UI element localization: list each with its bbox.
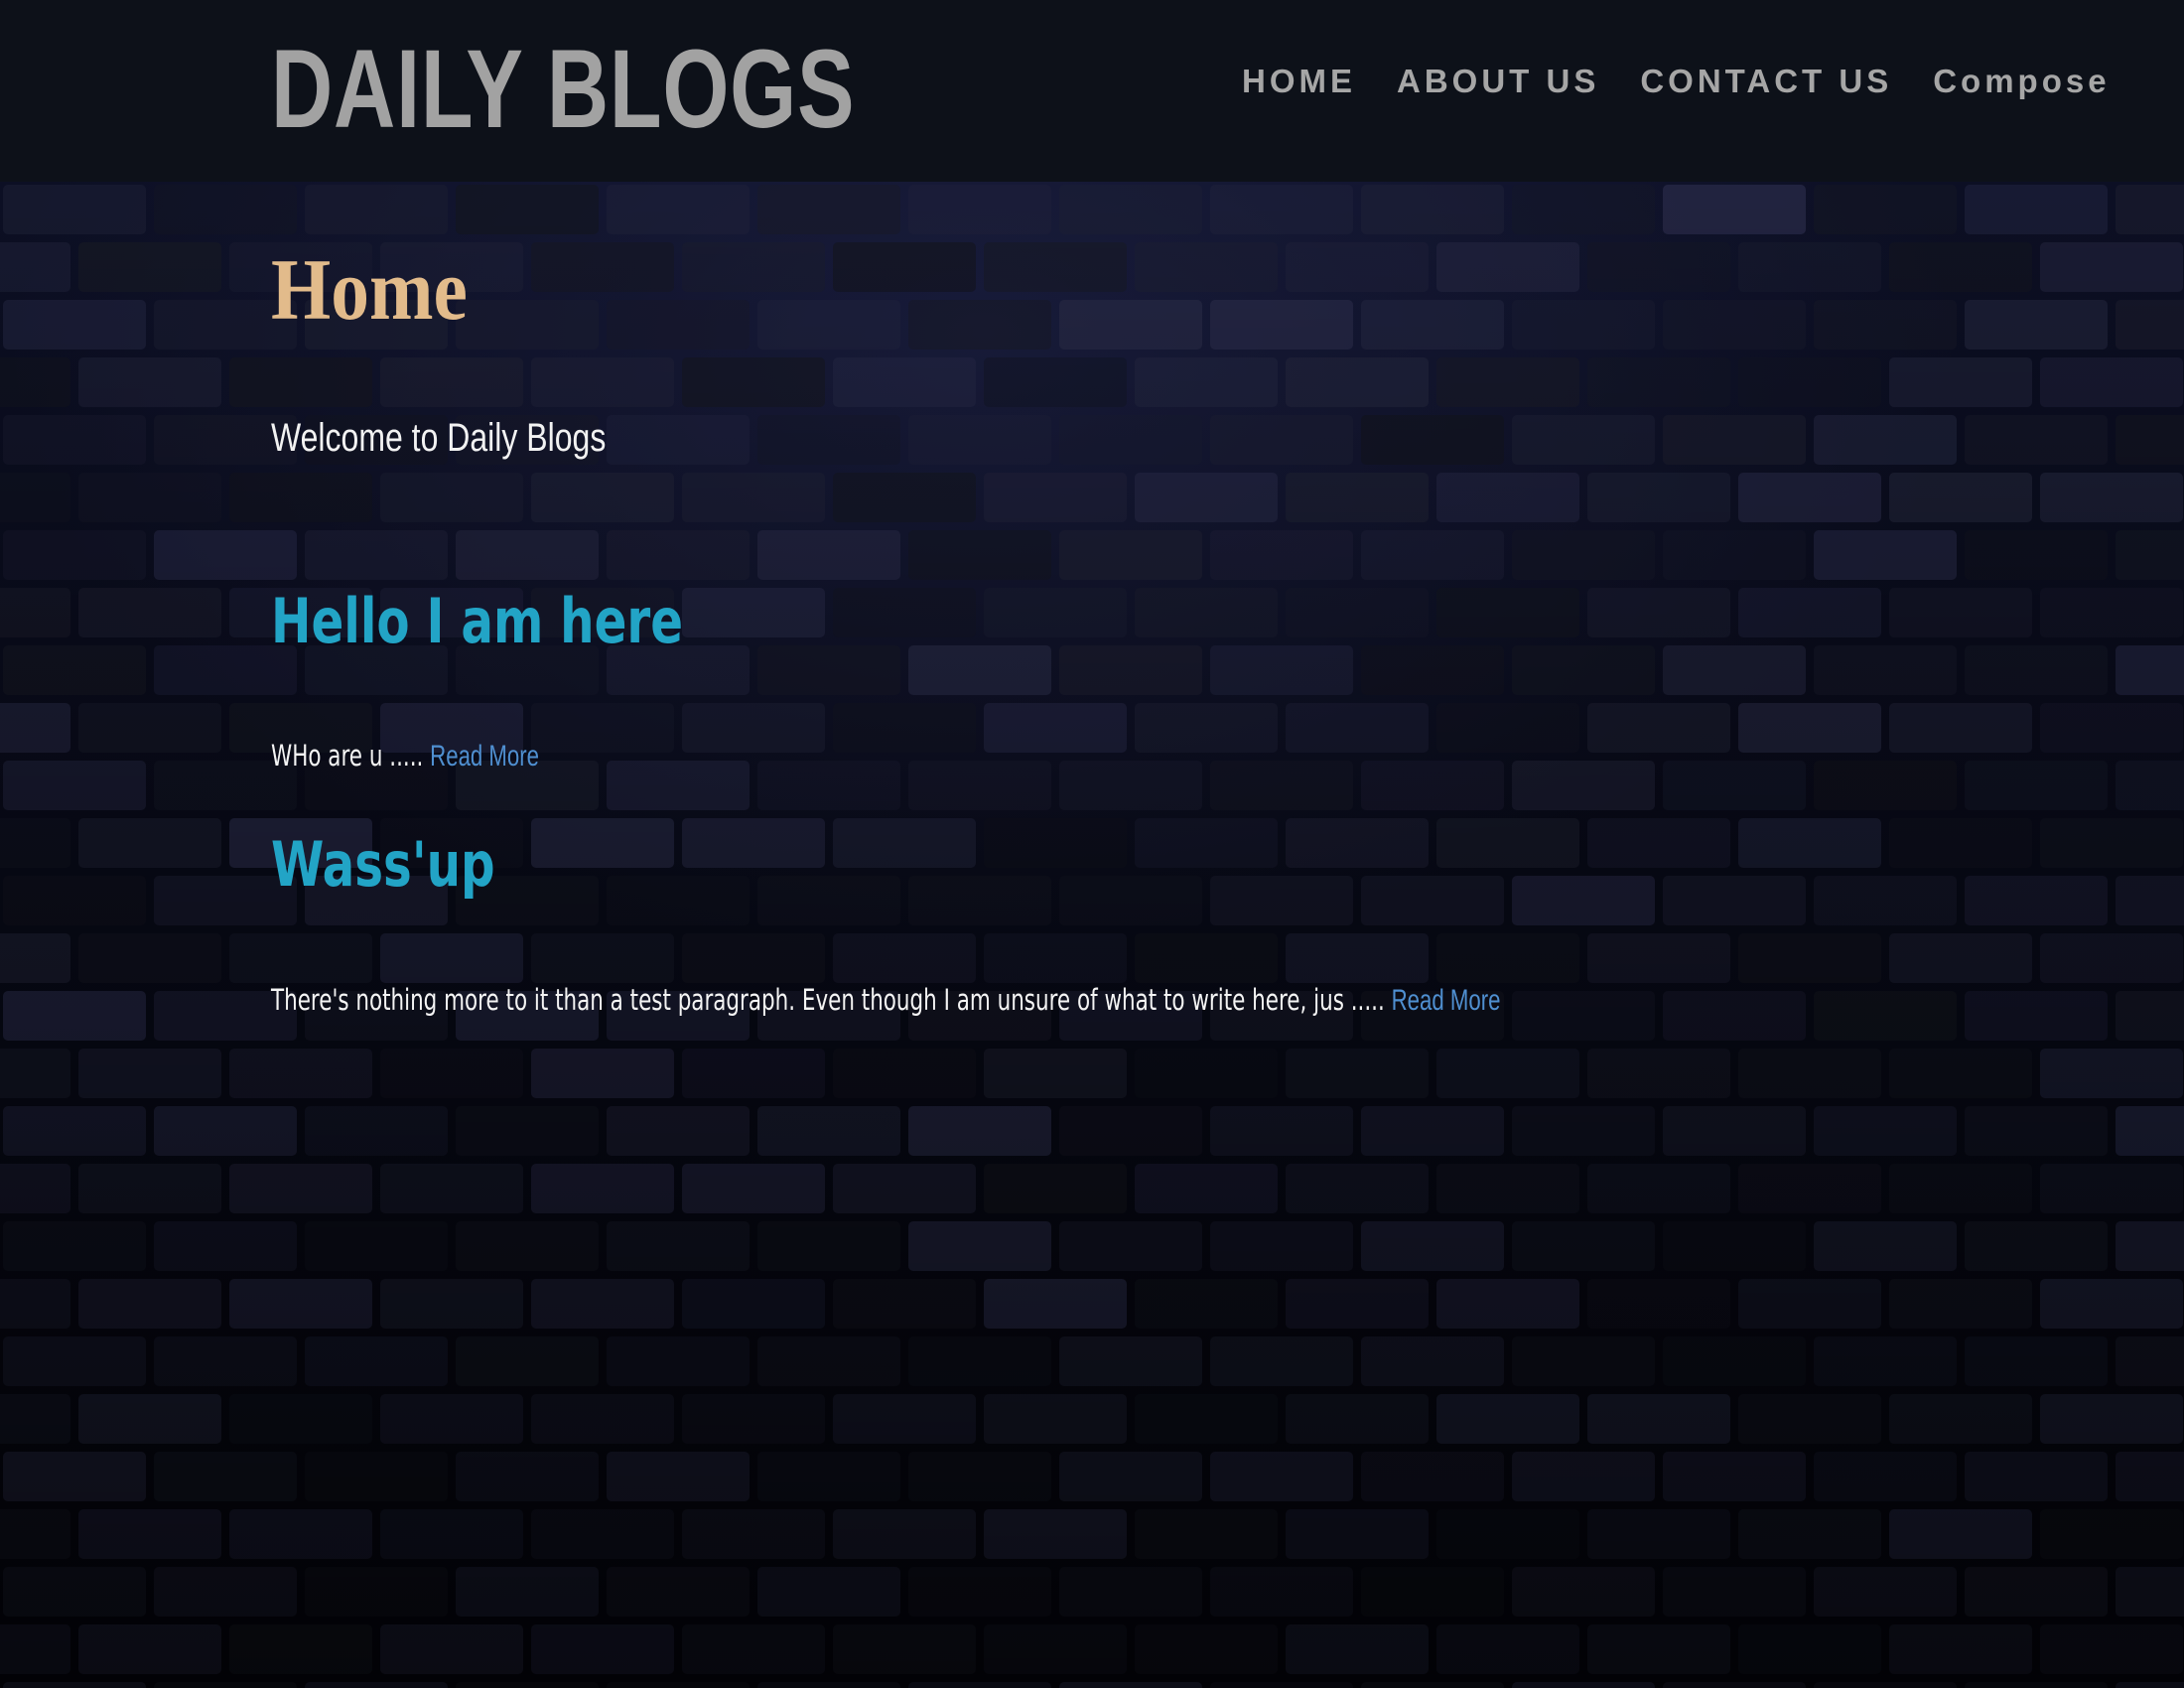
nav-contact-link[interactable]: CONTACT US bbox=[1640, 62, 1892, 101]
post-title-2[interactable]: Wass'up bbox=[271, 827, 495, 903]
post-excerpt-text-2: There's nothing more to it than a test p… bbox=[271, 983, 1385, 1017]
read-more-link-2[interactable]: Read More bbox=[1392, 984, 1501, 1017]
nav-about-link[interactable]: ABOUT US bbox=[1397, 62, 1599, 101]
main-nav: HOME ABOUT US CONTACT US Compose bbox=[1242, 62, 2111, 101]
post-excerpt-text-1: WHo are u ..... bbox=[271, 739, 424, 773]
page-title: Home bbox=[271, 242, 468, 339]
nav-compose-link[interactable]: Compose bbox=[1933, 62, 2110, 101]
read-more-link-1[interactable]: Read More bbox=[430, 740, 539, 773]
site-logo[interactable]: DAILY BLOGS bbox=[271, 30, 855, 149]
nav-home-link[interactable]: HOME bbox=[1242, 62, 1356, 101]
background-shade bbox=[0, 182, 2184, 1688]
post-title-1[interactable]: Hello I am here bbox=[271, 584, 683, 659]
post-excerpt-1: WHo are u ..... Read More bbox=[271, 736, 539, 776]
post-excerpt-2: There's nothing more to it than a test p… bbox=[271, 980, 1500, 1021]
brick-wall-background bbox=[0, 182, 2184, 1688]
site-header: DAILY BLOGS HOME ABOUT US CONTACT US Com… bbox=[0, 0, 2184, 182]
welcome-text: Welcome to Daily Blogs bbox=[271, 416, 607, 460]
